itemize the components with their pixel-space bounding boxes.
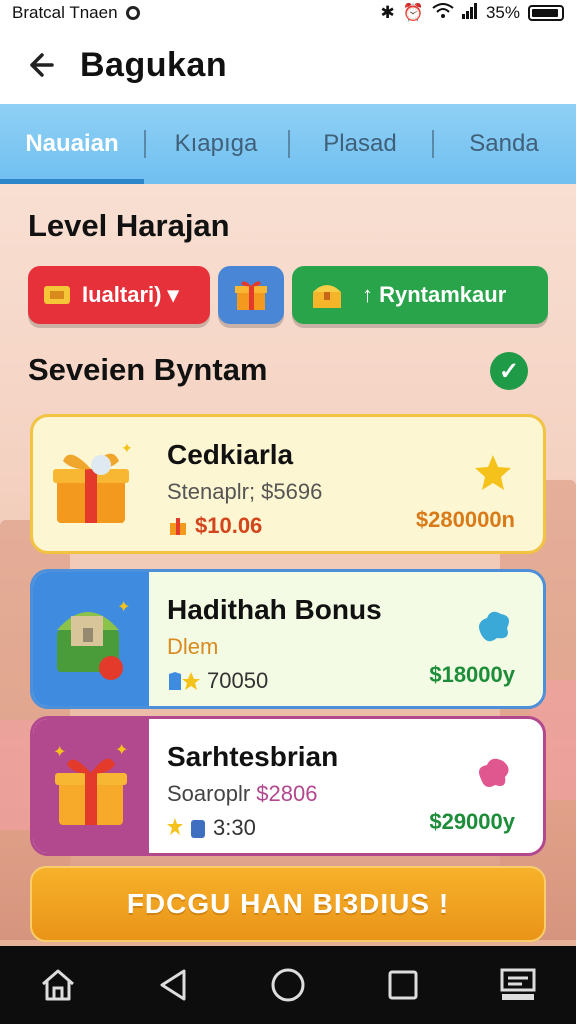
tab-plasad[interactable]: Plasad [288, 104, 432, 184]
coupon-icon [44, 286, 70, 304]
card-price: $280000n [415, 507, 515, 532]
rewards-section-title: Seveien Byntam [28, 352, 268, 387]
tab-kiapiga[interactable]: Kıapıga [144, 104, 288, 184]
shirt-star-icon [169, 672, 200, 690]
arrow-left-icon [30, 53, 54, 77]
app-bar: Bagukan [0, 26, 576, 104]
gift-box-icon: ✦ ✦ [53, 742, 128, 825]
nav-home-circle-button[interactable] [258, 955, 318, 1015]
treasure-chip[interactable]: ↑ Ryntamkaur [292, 266, 548, 324]
star-icon [475, 455, 511, 490]
gift-box-icon: ✦ [53, 440, 133, 523]
tab-bar: Nauaian Kıapıga Plasad Sanda [0, 104, 576, 184]
card-title: Sarhtesbrian [167, 741, 339, 772]
triangle-back-icon [160, 969, 186, 1001]
alarm-icon: ⏰ [402, 3, 424, 22]
treasure-icon [313, 285, 341, 308]
pink-splash-icon [479, 758, 509, 787]
svg-text:✦: ✦ [115, 742, 128, 759]
card-subtitle: Dlem [167, 634, 219, 659]
card-amount: 70050 [207, 668, 269, 693]
star-bag-icon [167, 818, 205, 838]
reward-card[interactable]: ✦ Cedkiarla Stenaplr; $5696 $10.06 $2800… [30, 414, 546, 554]
tab-nauaian[interactable]: Nauaian [0, 104, 144, 184]
reward-card[interactable]: ✦ Hadithah Bonus Dlem 70050 $18000y [30, 569, 546, 709]
recents-button[interactable] [373, 955, 433, 1015]
coupon-chip-label: Iualtari) ▾ [82, 282, 179, 307]
card-amount: $10.06 [195, 513, 263, 538]
svg-text:✦: ✦ [121, 440, 133, 456]
status-text: Bratcal Tnaen [12, 3, 118, 22]
card-price: $18000y [429, 662, 515, 687]
battery-icon [528, 5, 564, 21]
home-icon [41, 969, 74, 1001]
treasure-chip-label: ↑ Ryntamkaur [362, 282, 507, 307]
blue-splash-icon [479, 611, 509, 642]
filter-chips: Iualtari) ▾ ↑ Ryntamkaur [28, 266, 548, 324]
battery-percent: 35% [485, 3, 520, 22]
coupon-chip[interactable]: Iualtari) ▾ [28, 266, 210, 324]
level-section-title: Level Harajan [28, 208, 230, 243]
svg-text:✦: ✦ [53, 744, 66, 761]
check-icon[interactable]: ✓ [490, 352, 528, 390]
bluetooth-icon: ✱ [380, 3, 395, 22]
small-gift-icon [170, 518, 186, 535]
app-notification-icon [125, 6, 140, 20]
signal-icon [461, 2, 478, 24]
status-bar: Bratcal Tnaen ✱ ⏰ 35% [0, 0, 576, 26]
tab-sanda[interactable]: Sanda [432, 104, 576, 184]
nav-back-button[interactable] [143, 955, 203, 1015]
home-button[interactable] [28, 955, 88, 1015]
circle-icon [271, 968, 305, 1002]
card-subtitle: Soaroplr $2806 [167, 781, 318, 806]
gift-chip[interactable] [218, 266, 284, 324]
card-price: $29000y [429, 809, 515, 834]
claim-bonus-button[interactable]: FDCGU HAN BI3DIUS ! [30, 866, 546, 942]
menu-grid-icon [500, 968, 536, 1000]
back-button[interactable] [0, 26, 80, 104]
svg-text:✦: ✦ [117, 599, 130, 616]
treasure-chest-icon: ✦ [57, 599, 130, 680]
reward-card[interactable]: ✦ ✦ Sarhtesbrian Soaroplr $2806 3:30 $290… [30, 716, 546, 856]
wifi-icon [432, 2, 454, 24]
card-subtitle: Stenaplr; $5696 [167, 479, 323, 504]
gift-icon [235, 281, 267, 310]
page-title: Bagukan [80, 45, 228, 84]
square-icon [388, 970, 418, 1000]
system-nav-bar [0, 946, 576, 1024]
menu-button[interactable] [488, 955, 548, 1015]
card-title: Cedkiarla [167, 439, 294, 470]
card-title: Hadithah Bonus [167, 594, 382, 625]
card-amount: 3:30 [213, 815, 256, 840]
